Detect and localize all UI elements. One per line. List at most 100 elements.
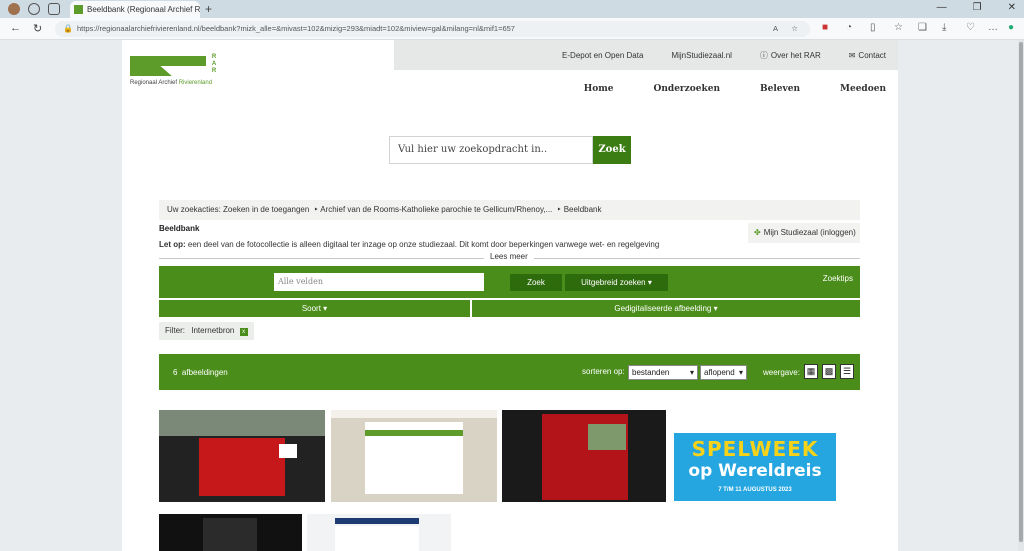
breadcrumb-separator-icon: ‣ (311, 205, 319, 214)
notice-text: Let op: een deel van de fotocollectie is… (159, 240, 659, 249)
downloads-icon[interactable]: ⤓ (942, 22, 946, 33)
window-controls: — ❐ ✕ (937, 2, 1016, 13)
sort-select[interactable]: bestanden ▾ (628, 365, 698, 380)
chevron-down-icon: ▾ (738, 368, 743, 377)
spelweek-title: SPELWEEK (691, 437, 819, 461)
result-count-number: 6 (173, 368, 178, 377)
thumb-page (203, 518, 257, 551)
search-button[interactable]: Zoek (510, 274, 562, 291)
nav-onderzoeken[interactable]: Onderzoeken (654, 84, 721, 94)
read-more-link[interactable]: Lees meer (484, 252, 534, 261)
remove-filter-button[interactable]: x (239, 328, 248, 336)
edge-copilot-icon[interactable]: ● (1008, 22, 1014, 33)
caret-down-icon: ▾ (647, 278, 652, 287)
studiezaal-login-button[interactable]: ✤ Mijn Studiezaal (inloggen) (748, 223, 860, 243)
view-label: weergave: (763, 368, 800, 377)
breadcrumb-item[interactable]: Archief van de Rooms-Katholieke parochie… (320, 205, 552, 214)
thumbnail-4[interactable]: SPELWEEK op Wereldreis 7 T/M 11 AUGUSTUS… (674, 433, 836, 501)
profile-avatar-icon[interactable] (8, 3, 20, 15)
maximize-icon[interactable]: ❐ (973, 2, 982, 13)
active-filter: Filter: Internetbron x (159, 322, 254, 340)
mijnstudiezaal-link[interactable]: MijnStudiezaal.nl (671, 51, 731, 60)
about-link[interactable]: ⓘ Over het RAR (760, 50, 821, 61)
view-small-grid-icon[interactable]: ▦ (804, 364, 818, 379)
thumb-panel (199, 438, 285, 496)
split-screen-icon[interactable]: ▯ (870, 22, 876, 33)
minimize-icon[interactable]: — (937, 2, 947, 13)
studiezaal-login-label: Mijn Studiezaal (inloggen) (763, 228, 856, 237)
logo-letter: R (211, 68, 217, 74)
performance-icon[interactable]: ♡ (966, 22, 975, 33)
logo-letters: R A R (210, 54, 218, 75)
view-large-grid-icon[interactable]: ▩ (822, 364, 836, 379)
about-link-label: Over het RAR (770, 50, 821, 60)
chevron-down-icon: ▾ (689, 368, 694, 377)
web-page: E-Depot en Open Data MijnStudiezaal.nl ⓘ… (122, 40, 898, 551)
site-favicon-icon (74, 5, 83, 14)
favorite-star-icon[interactable]: ☆ (791, 21, 798, 37)
thumbnail-1[interactable] (159, 410, 325, 502)
breadcrumb-separator-icon: ‣ (554, 205, 562, 214)
logo-name: Regionaal Archief Rivierenland (130, 80, 212, 86)
site-logo[interactable]: R A R Regionaal Archief Rivierenland (130, 54, 220, 88)
url-text: https://regionaalarchiefrivierenland.nl/… (77, 24, 515, 33)
breadcrumb: Uw zoekacties: Zoeken in de toegangen ‣ … (159, 200, 860, 220)
page-title: Beeldbank (159, 224, 200, 233)
browser-tab-bar: Beeldbank (Regionaal Archief Riv ✕ + — ❐… (0, 0, 1024, 18)
new-tab-icon[interactable]: + (205, 2, 212, 16)
breadcrumb-prefix: Uw zoekacties: (167, 205, 221, 214)
caret-down-icon: ▾ (323, 304, 328, 313)
workspaces-icon[interactable] (28, 3, 40, 15)
puzzle-icon: ✤ (754, 228, 761, 237)
contact-link[interactable]: ✉ Contact (849, 51, 886, 60)
menu-icon[interactable]: … (988, 22, 998, 33)
order-select-value: aflopend (704, 368, 735, 377)
extension-icon[interactable]: ■ (822, 22, 828, 33)
back-icon[interactable]: ← (10, 22, 21, 34)
breadcrumb-item[interactable]: Beeldbank (564, 205, 602, 214)
result-count: 6 afbeeldingen (173, 368, 228, 377)
logo-name-part1: Regionaal Archief (130, 80, 179, 86)
thumb-photo (588, 424, 626, 450)
spelweek-date: 7 T/M 11 AUGUSTUS 2023 (718, 487, 792, 493)
copilot-icon[interactable]: ◔ (846, 22, 852, 33)
result-count-label: afbeeldingen (181, 368, 228, 377)
url-field[interactable]: 🔒 https://regionaalarchiefrivierenland.n… (55, 21, 810, 37)
notice-body: een deel van de fotocollectie is alleen … (185, 240, 660, 249)
tab-actions-icon[interactable] (48, 3, 60, 15)
thumbnail-3[interactable] (502, 410, 666, 502)
results-bar: 6 afbeeldingen sorteren op: bestanden ▾ a… (159, 354, 860, 390)
nav-home[interactable]: Home (584, 84, 614, 94)
scrollbar-thumb[interactable] (1019, 42, 1023, 542)
thumbnail-5[interactable] (159, 514, 302, 551)
read-aloud-icon[interactable]: A (773, 21, 778, 37)
close-window-icon[interactable]: ✕ (1008, 2, 1016, 13)
edepot-link[interactable]: E-Depot en Open Data (562, 51, 643, 60)
thumbnail-6[interactable] (307, 514, 451, 551)
nav-meedoen[interactable]: Meedoen (840, 84, 886, 94)
search-tips-link[interactable]: Zoektips (823, 274, 853, 283)
facet-gedigitaliseerd-label: Gedigitaliseerde afbeelding (614, 304, 712, 313)
breadcrumb-item[interactable]: Zoeken in de toegangen (223, 205, 309, 214)
order-select[interactable]: aflopend ▾ (700, 365, 747, 380)
lock-icon[interactable]: 🔒 (63, 21, 73, 37)
address-bar-row: ← ↻ 🔒 https://regionaalarchiefrivierenla… (0, 18, 1024, 40)
facet-soort[interactable]: Soort ▾ (159, 300, 470, 317)
main-nav: Home Onderzoeken Beleven Meedoen (584, 84, 886, 94)
collections-icon[interactable]: ❏ (918, 22, 927, 33)
thumb-header (335, 518, 419, 524)
browser-tab-active[interactable]: Beeldbank (Regionaal Archief Riv ✕ (70, 1, 200, 18)
all-fields-input[interactable]: Alle velden (274, 273, 484, 291)
site-search-input[interactable]: Vul hier uw zoekopdracht in.. (389, 136, 593, 164)
advanced-search-button[interactable]: Uitgebreid zoeken ▾ (565, 274, 668, 291)
favorites-icon[interactable]: ☆ (894, 22, 903, 33)
site-search-button[interactable]: Zoek (593, 136, 631, 164)
view-list-icon[interactable]: ☰ (840, 364, 854, 379)
thumbnail-2[interactable] (331, 410, 497, 502)
nav-beleven[interactable]: Beleven (760, 84, 800, 94)
page-scrollbar[interactable] (1018, 40, 1024, 551)
refresh-icon[interactable]: ↻ (33, 22, 42, 35)
utility-nav: E-Depot en Open Data MijnStudiezaal.nl ⓘ… (394, 40, 898, 70)
facet-gedigitaliseerd[interactable]: Gedigitaliseerde afbeelding ▾ (472, 300, 860, 317)
sort-label: sorteren op: (582, 367, 625, 376)
